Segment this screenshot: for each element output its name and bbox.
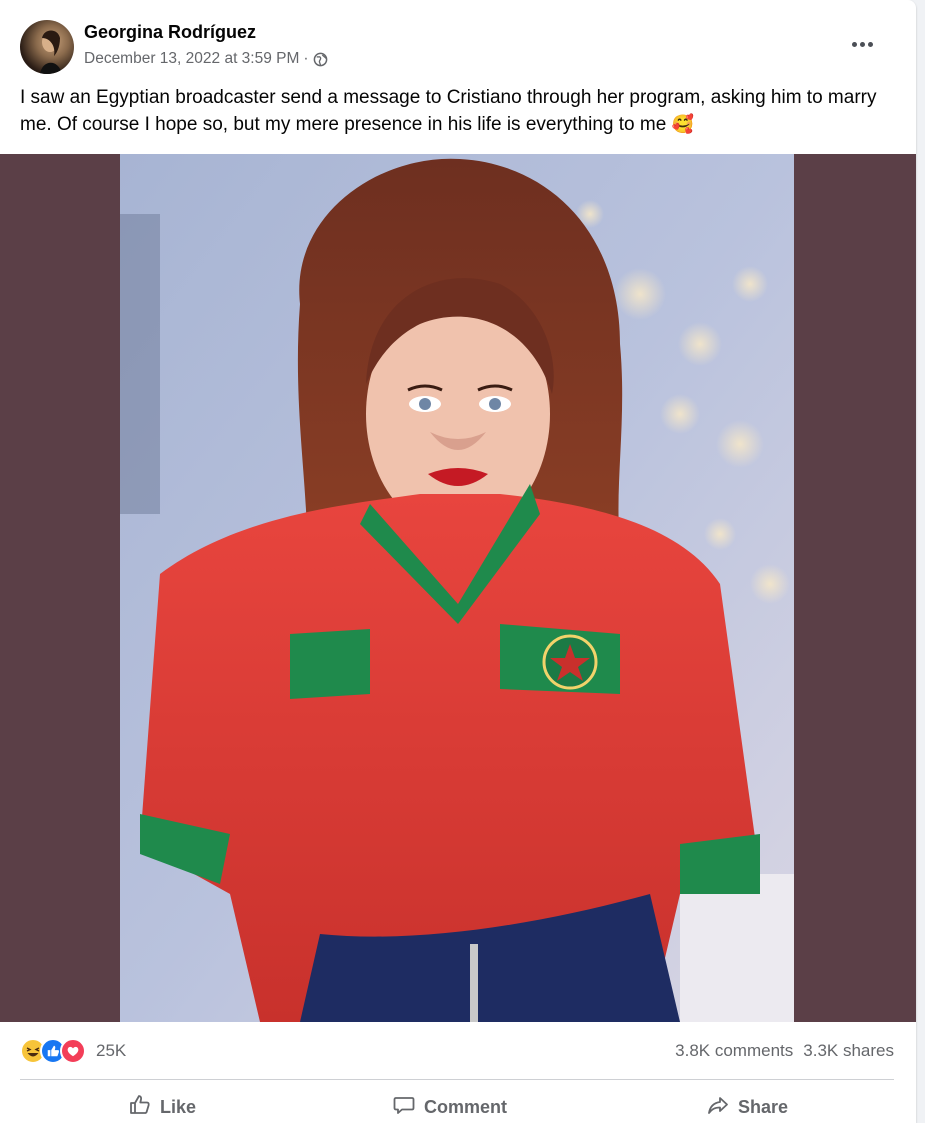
post-header: Georgina Rodríguez December 13, 2022 at …	[20, 20, 896, 74]
more-dot	[851, 41, 857, 47]
action-bar: Like Comment Share	[20, 1086, 894, 1123]
post-meta: December 13, 2022 at 3:59 PM ·	[84, 50, 328, 68]
post-text-body: I saw an Egyptian broadcaster send a mes…	[20, 87, 877, 135]
more-options-icon[interactable]	[842, 32, 882, 56]
love-reaction-icon	[60, 1038, 86, 1064]
like-button[interactable]: Like	[128, 1086, 196, 1123]
comment-label: Comment	[424, 1096, 508, 1117]
avatar[interactable]	[20, 20, 74, 74]
post-photo[interactable]	[120, 154, 794, 1022]
reaction-count: 25K	[96, 1041, 127, 1060]
photo-illustration	[120, 154, 794, 1022]
comment-button[interactable]: Comment	[392, 1086, 507, 1123]
divider	[20, 1079, 894, 1080]
author-name[interactable]: Georgina Rodríguez	[84, 22, 256, 43]
more-dot	[867, 41, 873, 47]
meta-separator: ·	[303, 50, 309, 67]
share-label: Share	[738, 1096, 789, 1117]
post-media[interactable]	[0, 154, 916, 1022]
smiling-hearts-emoji: 🥰	[671, 114, 694, 134]
globe-icon	[313, 52, 328, 67]
comment-icon	[392, 1093, 416, 1122]
like-label: Like	[160, 1096, 197, 1117]
reaction-summary[interactable]: 25K	[20, 1036, 126, 1066]
thumbs-up-icon	[128, 1093, 152, 1122]
comments-count[interactable]: 3.8K comments	[675, 1041, 793, 1061]
more-dot	[859, 41, 865, 47]
post-timestamp[interactable]: December 13, 2022 at 3:59 PM	[84, 50, 299, 68]
share-button[interactable]: Share	[706, 1086, 788, 1123]
engagement-stats: 25K 3.8K comments 3.3K shares	[20, 1036, 894, 1066]
post-card: Georgina Rodríguez December 13, 2022 at …	[0, 0, 916, 1123]
shares-count[interactable]: 3.3K shares	[803, 1041, 894, 1061]
post-text: I saw an Egyptian broadcaster send a mes…	[20, 84, 896, 138]
engagement-counts: 3.8K comments 3.3K shares	[675, 1036, 894, 1066]
share-icon	[706, 1093, 730, 1122]
